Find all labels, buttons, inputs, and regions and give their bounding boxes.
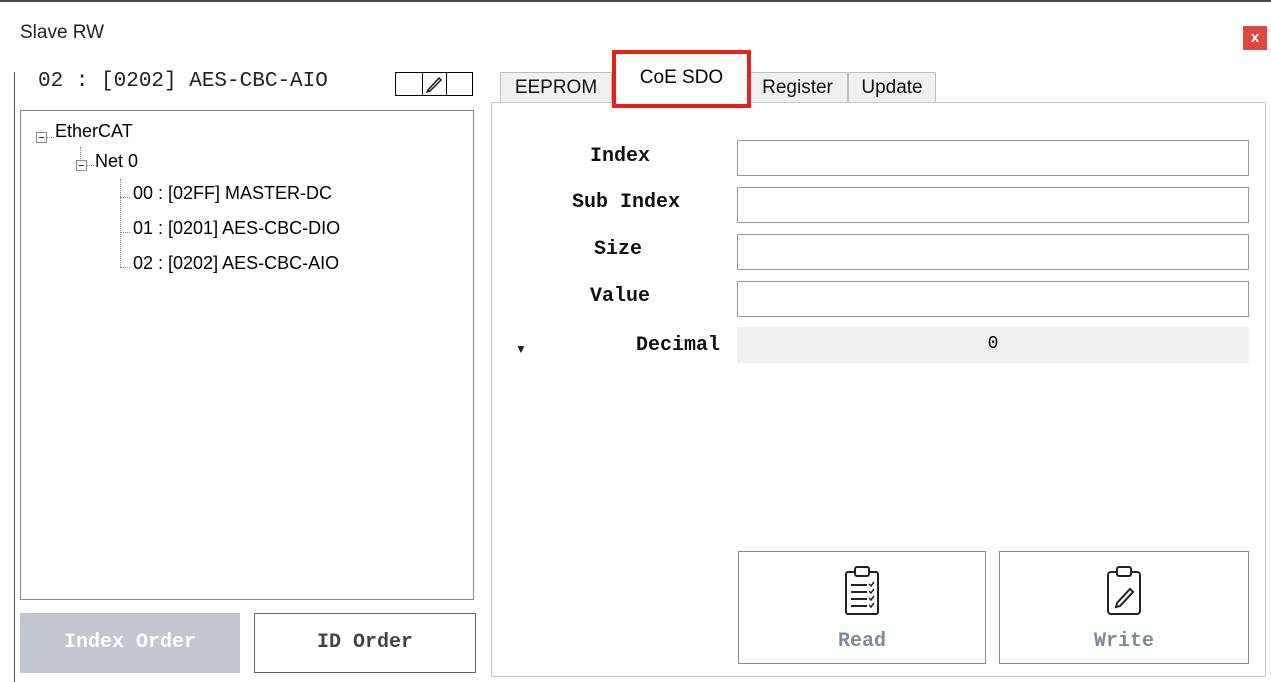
close-button[interactable]: x [1243,26,1267,50]
clipboard-list-icon [845,566,879,615]
write-button-label: Write [1093,630,1154,653]
slave-tree[interactable]: EtherCAT Net 0 00 : [02FF] MASTER-DC 01 … [20,110,474,600]
id-order-button[interactable]: ID Order [254,613,476,673]
index-label: Index [589,145,650,168]
size-field[interactable] [737,234,1249,270]
tab-update[interactable]: Update [848,72,936,102]
selected-slave-label: 02 : [0202] AES-CBC-AIO [38,70,328,93]
tree-item-slave[interactable]: 01 : [0201] AES-CBC-DIO [133,218,340,239]
pencil-icon [425,77,442,93]
write-button[interactable]: Write [999,551,1249,664]
size-label: Size [593,238,642,261]
index-field[interactable] [737,140,1249,176]
sub-index-label: Sub Index [571,191,680,214]
index-order-button[interactable]: Index Order [20,613,240,673]
read-button-label: Read [837,630,886,653]
tab-coe-sdo[interactable]: CoE SDO [612,50,751,108]
tab-eeprom[interactable]: EEPROM [500,72,612,102]
value-field[interactable] [737,281,1249,317]
tree-item-net[interactable]: Net 0 [95,151,138,172]
format-result: 0 [737,327,1249,363]
clipboard-edit-icon [1107,566,1141,615]
tree-root-ethercat[interactable]: EtherCAT [55,121,133,142]
window-left-border [14,72,15,682]
tree-item-slave[interactable]: 00 : [02FF] MASTER-DC [133,183,332,204]
collapse-icon[interactable] [36,132,47,143]
window-top-border [0,0,1271,2]
tree-item-slave[interactable]: 02 : [0202] AES-CBC-AIO [133,253,339,274]
read-button[interactable]: Read [738,551,986,664]
value-label: Value [589,285,650,308]
sub-index-field[interactable] [737,187,1249,223]
edit-button[interactable] [395,72,473,96]
tab-register[interactable]: Register [747,72,848,102]
format-label: Decimal [635,334,720,357]
tab-coe-sdo-label: CoE SDO [639,67,724,88]
window-title: Slave RW [20,22,105,43]
collapse-icon[interactable] [76,160,87,171]
